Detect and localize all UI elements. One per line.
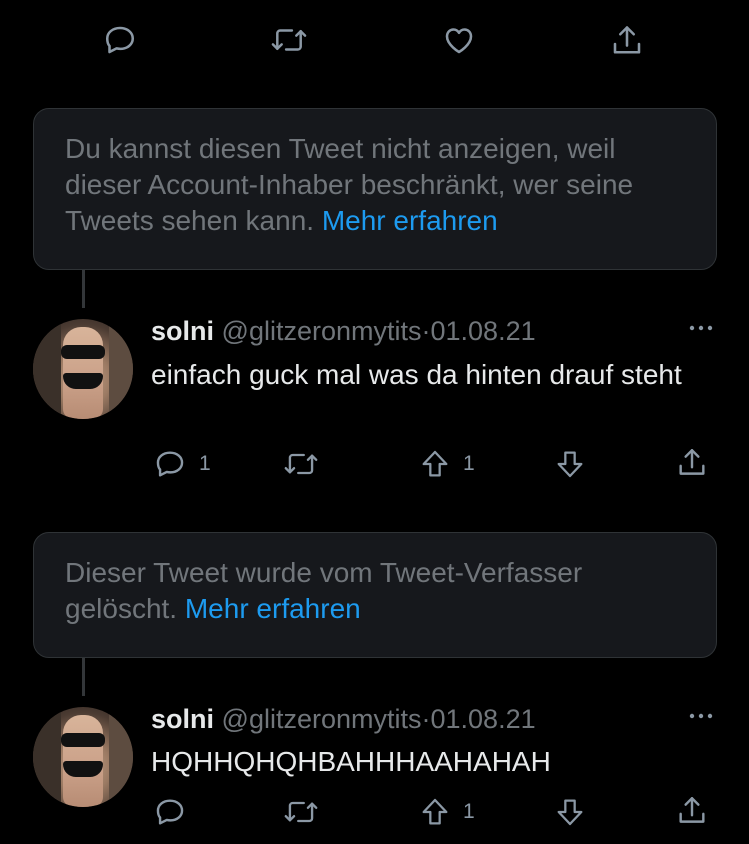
tweet-date[interactable]: 01.08.21 — [431, 704, 536, 734]
separator: · — [421, 704, 431, 734]
learn-more-link[interactable]: Mehr erfahren — [322, 205, 498, 236]
handle[interactable]: @glitzeronmytits — [222, 316, 422, 346]
reply-count: 1 — [199, 452, 211, 475]
reply-button[interactable]: 1 — [153, 447, 211, 481]
thread-line — [82, 658, 85, 696]
display-name[interactable]: solni — [151, 704, 214, 734]
upvote-count: 1 — [463, 800, 475, 823]
downvote-icon — [554, 795, 586, 829]
share-icon — [675, 793, 709, 829]
downvote-button[interactable] — [554, 795, 586, 829]
upvote-icon — [419, 447, 451, 481]
downvote-icon — [554, 447, 586, 481]
share-button[interactable] — [675, 445, 709, 481]
tweet-text: HQHHQHQHBAHHHAAHAHAH — [151, 746, 551, 777]
retweet-icon — [283, 447, 319, 481]
handle[interactable]: @glitzeronmytits — [222, 704, 422, 734]
reply-icon[interactable] — [102, 22, 138, 58]
upvote-icon — [419, 795, 451, 829]
retweet-icon — [283, 795, 319, 829]
reply-icon — [153, 795, 187, 829]
tweet-header: solni @glitzeronmytits·01.08.21 — [151, 702, 536, 736]
upvote-button[interactable]: 1 — [419, 447, 475, 481]
reply-button[interactable] — [153, 795, 199, 829]
share-button[interactable] — [675, 793, 709, 829]
retweet-icon[interactable] — [270, 22, 308, 58]
avatar[interactable] — [33, 707, 133, 807]
more-icon[interactable] — [686, 318, 716, 338]
upvote-count: 1 — [463, 452, 475, 475]
like-icon[interactable] — [440, 22, 478, 58]
protected-tweet-notice: Du kannst diesen Tweet nicht anzeigen, w… — [33, 108, 717, 270]
more-icon[interactable] — [686, 706, 716, 726]
tweet-date[interactable]: 01.08.21 — [431, 316, 536, 346]
thread-line — [82, 270, 85, 308]
downvote-button[interactable] — [554, 447, 586, 481]
reply-icon — [153, 447, 187, 481]
display-name[interactable]: solni — [151, 316, 214, 346]
retweet-button[interactable] — [283, 795, 319, 829]
retweet-button[interactable] — [283, 447, 319, 481]
upvote-button[interactable]: 1 — [419, 795, 475, 829]
learn-more-link[interactable]: Mehr erfahren — [185, 593, 361, 624]
share-icon[interactable] — [609, 22, 645, 60]
share-icon — [675, 445, 709, 481]
previous-tweet-actions — [0, 22, 749, 62]
tweet-text: einfach guck mal was da hinten drauf ste… — [151, 359, 682, 390]
deleted-tweet-notice: Dieser Tweet wurde vom Tweet-Verfasser g… — [33, 532, 717, 658]
tweet-header: solni @glitzeronmytits·01.08.21 — [151, 314, 536, 348]
separator: · — [421, 316, 431, 346]
avatar[interactable] — [33, 319, 133, 419]
